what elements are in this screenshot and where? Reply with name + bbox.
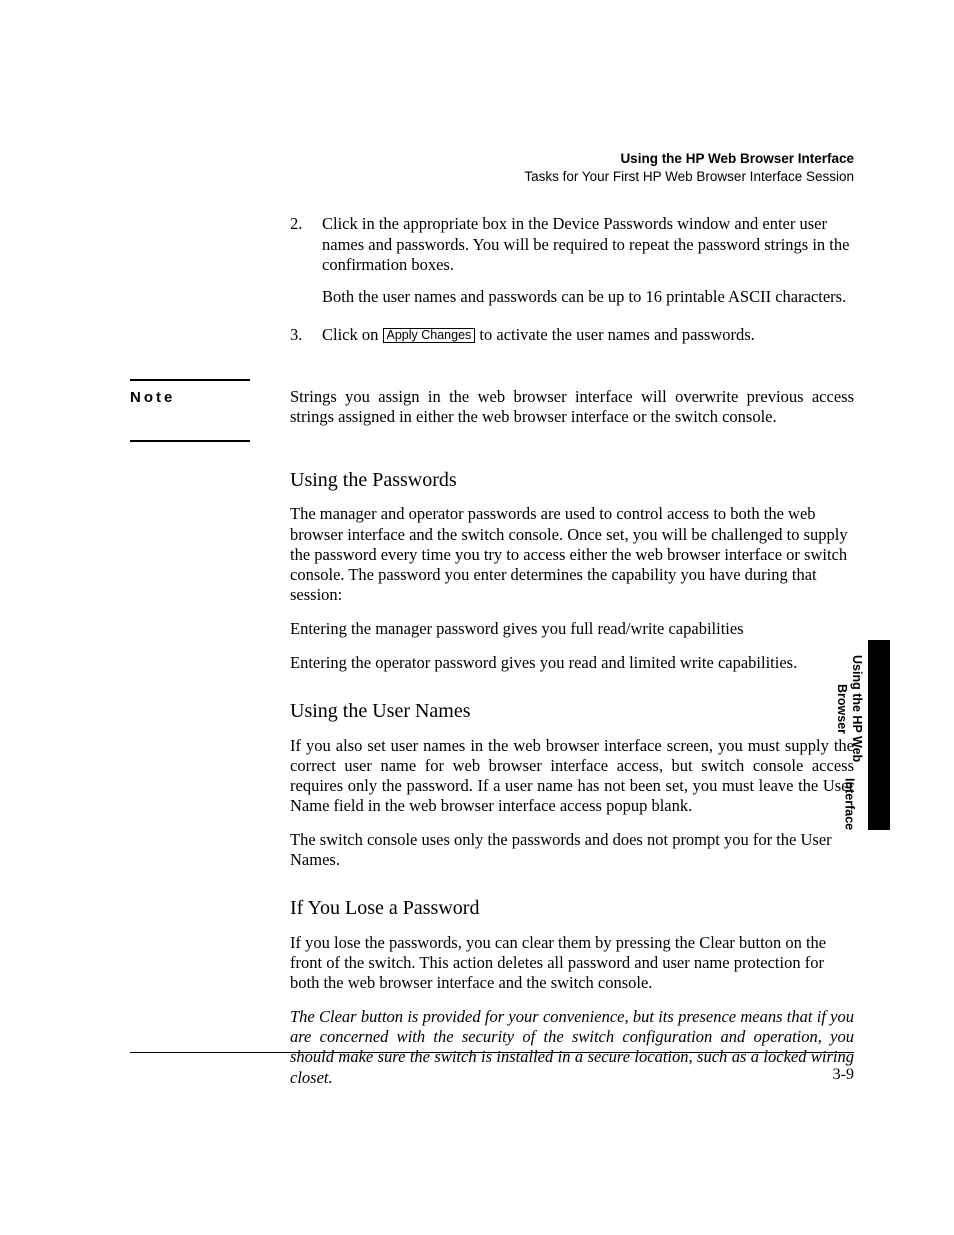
note-block: Note Strings you assign in the web brows… <box>130 379 854 442</box>
paragraph: The manager and operator passwords are u… <box>290 504 854 605</box>
page-content: Using the HP Web Browser Interface Tasks… <box>130 150 854 1102</box>
bullet-text: Entering the operator password gives you… <box>290 653 854 673</box>
left-gutter <box>130 214 290 371</box>
heading-usernames: Using the User Names <box>290 699 854 723</box>
step-number: 3. <box>290 325 318 357</box>
note-body: Strings you assign in the web browser in… <box>290 379 854 442</box>
apply-changes-button[interactable]: Apply Changes <box>383 328 476 344</box>
side-tab-label: Using the HP Web Browser Interface <box>834 640 864 830</box>
note-label-wrap: Note <box>130 379 290 442</box>
header-title: Using the HP Web Browser Interface <box>620 151 854 166</box>
bullet-text: Entering the manager password gives you … <box>290 619 854 639</box>
step-text: Click on Apply Changes to activate the u… <box>322 325 854 345</box>
heading-lose-password: If You Lose a Password <box>290 896 854 920</box>
paragraph-italic: The Clear button is provided for your co… <box>290 1007 854 1088</box>
step-text: Click in the appropriate box in the Devi… <box>322 214 854 274</box>
paragraph: If you also set user names in the web br… <box>290 736 854 817</box>
main-column: 2. Click in the appropriate box in the D… <box>290 214 854 371</box>
main-column: Using the Passwords The manager and oper… <box>290 442 854 1102</box>
steps-list: 2. Click in the appropriate box in the D… <box>290 214 854 357</box>
content-grid: 2. Click in the appropriate box in the D… <box>130 214 854 371</box>
running-header: Using the HP Web Browser Interface Tasks… <box>130 150 854 186</box>
paragraph: The switch console uses only the passwor… <box>290 830 854 870</box>
step-3: 3. Click on Apply Changes to activate th… <box>290 325 854 357</box>
step-2: 2. Click in the appropriate box in the D… <box>290 214 854 319</box>
step-body: Click in the appropriate box in the Devi… <box>322 214 854 319</box>
footer-rule <box>130 1052 854 1053</box>
heading-passwords: Using the Passwords <box>290 468 854 492</box>
step-number: 2. <box>290 214 318 319</box>
step-text: Both the user names and passwords can be… <box>322 287 854 307</box>
left-gutter <box>130 442 290 1102</box>
note-label: Note <box>130 379 250 442</box>
side-tab-black <box>868 640 890 830</box>
step-body: Click on Apply Changes to activate the u… <box>322 325 854 357</box>
content-grid-2: Using the Passwords The manager and oper… <box>130 442 854 1102</box>
paragraph: If you lose the passwords, you can clear… <box>290 933 854 993</box>
header-subtitle: Tasks for Your First HP Web Browser Inte… <box>524 169 854 184</box>
page-number: 3-9 <box>833 1066 854 1084</box>
